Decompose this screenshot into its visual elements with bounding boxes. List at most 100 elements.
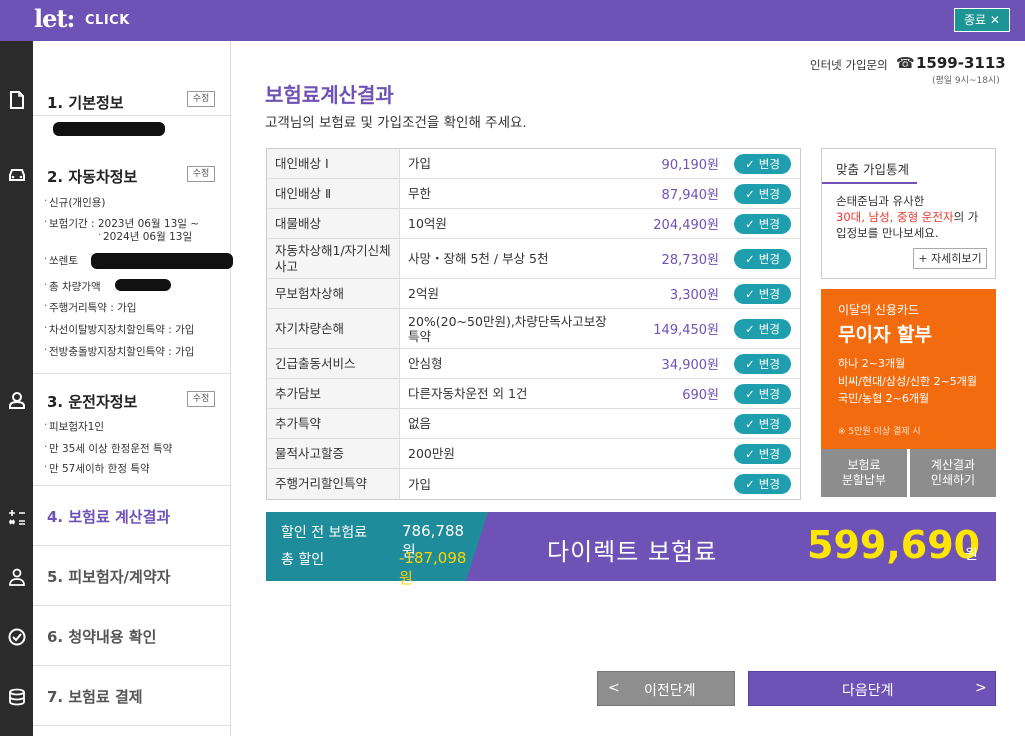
print-label: 인쇄하기 (930, 473, 976, 487)
people-icon (0, 568, 33, 586)
check-icon: ✓ (745, 417, 755, 431)
edit-car-button[interactable]: 수정 (187, 166, 215, 182)
sidebar-section-car: 2. 자동차정보 수정 신규(개인용) 보험기간 : 2023년 06월 13일… (33, 149, 233, 374)
view-more-button[interactable]: + 자세히보기 (913, 248, 987, 269)
change-label: 변경 (758, 157, 780, 171)
previous-step-button[interactable]: < 이전단계 (597, 671, 735, 706)
change-button[interactable]: ✓ 변경 (734, 474, 791, 494)
car-icon (0, 167, 33, 183)
sidebar-basic-title: 1. 기본정보 (47, 94, 124, 112)
coverage-premium: 3,300원 (669, 288, 719, 303)
change-label: 변경 (758, 252, 780, 266)
coverage-table: 대인배상 Ⅰ 가입 90,190원 ✓ 변경 대인배상 Ⅱ 무한 87,940원 … (266, 148, 801, 500)
coverage-premium: 34,900원 (661, 358, 719, 373)
change-button[interactable]: ✓ 변경 (734, 444, 791, 464)
step-confirm[interactable]: 6. 청약내용 확인 (33, 606, 231, 666)
table-row: 긴급출동서비스 안심형 34,900원 ✓ 변경 (267, 349, 800, 379)
change-button[interactable]: ✓ 변경 (734, 284, 791, 304)
coverage-name: 무보험차상해 (267, 279, 400, 308)
close-button[interactable]: 종료 ✕ (954, 8, 1010, 32)
change-label: 변경 (758, 322, 780, 336)
change-button[interactable]: ✓ 변경 (734, 319, 791, 339)
installment-button[interactable]: 보험료 분할납부 (821, 449, 907, 497)
contact-label: 인터넷 가입문의 (810, 58, 888, 72)
change-label: 변경 (758, 287, 780, 301)
card-promo-banner[interactable]: 이달의 신용카드 무이자 할부 하나 2~3개월 비씨/현대/삼성/신한 2~5… (821, 289, 996, 449)
edit-driver-button[interactable]: 수정 (187, 391, 215, 407)
coverage-name: 추가특약 (267, 409, 400, 438)
premium-summary-bar: 할인 전 보험료 786,788원 총 할인 -187,098원 다이렉트 보험… (266, 512, 996, 587)
step-insured[interactable]: 5. 피보험자/계약자 (33, 546, 231, 606)
driver-info-item: 만 35세 이상 한정운전 특약 (44, 441, 172, 456)
change-button[interactable]: ✓ 변경 (734, 249, 791, 269)
coverage-name: 자동차상해1/자기신체사고 (267, 239, 400, 278)
page-title: 보험료계산결과 (265, 83, 394, 107)
redacted-mark (91, 253, 233, 269)
change-label: 변경 (758, 477, 780, 491)
change-button[interactable]: ✓ 변경 (734, 414, 791, 434)
calculator-icon (0, 510, 33, 526)
brand-logo-sub: CLICK (85, 13, 130, 28)
coverage-value: 20%(20~50만원),차량단독사고보장특약 (408, 313, 607, 344)
print-label: 계산결과 (930, 458, 976, 472)
driver-info-item: 만 57세이하 한정 특약 (44, 461, 150, 476)
change-button[interactable]: ✓ 변경 (734, 354, 791, 374)
stats-title: 맞춤 가입통계 (836, 162, 909, 177)
coverage-name: 주행거리할인특약 (267, 469, 400, 499)
check-icon: ✓ (745, 477, 755, 491)
table-row: 추가특약 없음 ✓ 변경 (267, 409, 800, 439)
car-info-item: 2024년 06월 13일 (98, 229, 192, 244)
coverage-name: 긴급출동서비스 (267, 349, 400, 378)
table-row: 물적사고할증 200만원 ✓ 변경 (267, 439, 800, 469)
change-label: 변경 (758, 387, 780, 401)
total-discount-label: 총 할인 (281, 552, 325, 568)
change-button[interactable]: ✓ 변경 (734, 184, 791, 204)
chevron-left-icon: < (608, 680, 620, 696)
table-row: 대물배상 10억원 204,490원 ✓ 변경 (267, 209, 800, 239)
print-button[interactable]: 계산결과 인쇄하기 (910, 449, 996, 497)
car-info-item: 주행거리특약 : 가입 (44, 300, 136, 315)
promo-title: 이달의 신용카드 (838, 303, 920, 317)
coverage-premium: 28,730원 (661, 253, 719, 268)
promo-note: ※ 5만원 이상 결제 시 (838, 427, 921, 437)
step-label: 4. 보험료 계산결과 (47, 508, 171, 526)
coverage-name: 물적사고할증 (267, 439, 400, 468)
step-payment[interactable]: 7. 보험료 결제 (33, 666, 231, 726)
installment-label: 보험료 (847, 458, 881, 472)
step-result[interactable]: 4. 보험료 계산결과 (33, 486, 231, 546)
stats-text: 입정보를 만나보세요. (836, 226, 939, 240)
table-row: 자동차상해1/자기신체사고 사망・장해 5천 / 부상 5천 28,730원 ✓… (267, 239, 800, 279)
coverage-value: 200만원 (408, 446, 455, 461)
car-info-item: 전방충돌방지장치할인특약 : 가입 (44, 344, 194, 359)
sidebar-section-basic: 1. 기본정보 수정 (33, 41, 231, 136)
redacted-mark (53, 122, 165, 136)
top-bar: let: CLICK 종료 ✕ (0, 0, 1025, 41)
edit-basic-button[interactable]: 수정 (187, 91, 215, 107)
coverage-name: 자기차량손해 (267, 309, 400, 348)
change-button[interactable]: ✓ 변경 (734, 154, 791, 174)
phone-icon: ☎ (896, 54, 915, 72)
check-circle-icon (0, 628, 33, 646)
check-icon: ✓ (745, 387, 755, 401)
coverage-value: 가입 (408, 156, 432, 171)
car-info-item: 차선이탈방지장치할인특약 : 가입 (44, 322, 194, 337)
stats-highlight: 30대, 남성, 중형 운전자 (836, 210, 954, 224)
coins-icon (0, 688, 33, 706)
sidebar-car-title: 2. 자동차정보 (47, 168, 138, 186)
check-icon: ✓ (745, 252, 755, 266)
coverage-value: 무한 (408, 186, 432, 201)
table-row: 자기차량손해 20%(20~50만원),차량단독사고보장특약 149,450원 … (267, 309, 800, 349)
user-icon (0, 391, 33, 409)
coverage-premium (607, 439, 719, 468)
coverage-value: 2억원 (408, 286, 439, 301)
step-label: 6. 청약내용 확인 (47, 628, 157, 646)
previous-step-label: 이전단계 (644, 683, 696, 699)
coverage-premium (607, 469, 719, 499)
change-button[interactable]: ✓ 변경 (734, 384, 791, 404)
contact-hours: (평일 9시~18시) (932, 76, 1000, 86)
coverage-name: 대인배상 Ⅱ (267, 179, 400, 208)
stats-text: 손태준님과 유사한 (836, 194, 925, 208)
next-step-button[interactable]: 다음단계 > (748, 671, 996, 706)
stats-text: 30대, 남성, 중형 운전자의 가 (836, 209, 978, 225)
change-button[interactable]: ✓ 변경 (734, 214, 791, 234)
